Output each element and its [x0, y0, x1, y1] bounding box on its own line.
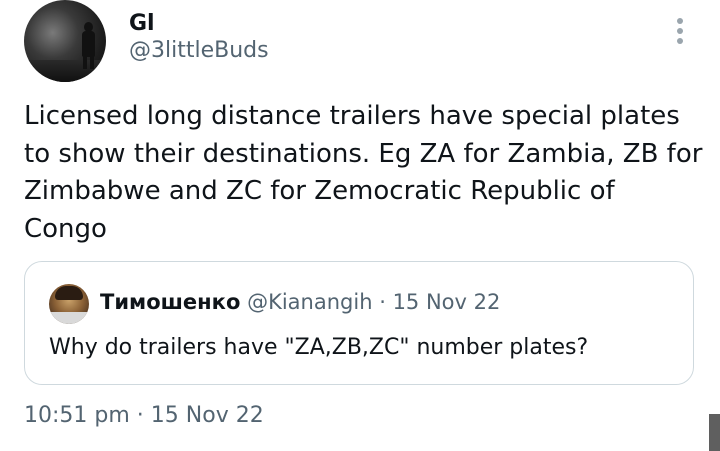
quoted-tweet[interactable]: Тимошенко @Kianangih · 15 Nov 22 Why do … [24, 261, 694, 385]
author-name[interactable]: Gl [129, 11, 155, 36]
author-avatar[interactable] [24, 0, 106, 82]
author-handle[interactable]: @3littleBuds [129, 38, 269, 63]
avatar-hair [55, 286, 83, 300]
quoted-date[interactable]: 15 Nov 22 [393, 290, 501, 314]
more-vertical-icon[interactable] [672, 18, 688, 48]
quoted-text: Why do trailers have "ZA,ZB,ZC" number p… [49, 335, 589, 360]
quoted-separator: · [379, 290, 386, 314]
tweet-time[interactable]: 10:51 pm [24, 403, 130, 428]
avatar-shirt [49, 312, 89, 324]
more-dot [677, 28, 683, 34]
tweet-text: Licensed long distance trailers have spe… [24, 101, 703, 244]
avatar-figure-leg [90, 55, 94, 69]
tweet-header: Gl @3littleBuds [22, 0, 702, 90]
avatar-figure-body [82, 31, 95, 57]
more-dot [677, 18, 683, 24]
tweet-date[interactable]: 15 Nov 22 [151, 403, 264, 428]
tweet-timestamp[interactable]: 10:51 pm · 15 Nov 22 [24, 403, 264, 428]
quoted-author-name[interactable]: Тимошенко [100, 290, 240, 314]
quoted-author-handle[interactable]: @Kianangih [247, 290, 372, 314]
tweet-separator: · [136, 403, 144, 428]
more-dot [677, 38, 683, 44]
avatar-figure-leg [83, 55, 87, 69]
quoted-author-line: Тимошенко @Kianangih · 15 Nov 22 [100, 290, 500, 314]
scrollbar-thumb[interactable] [709, 414, 720, 451]
quoted-author-avatar[interactable] [49, 284, 89, 324]
